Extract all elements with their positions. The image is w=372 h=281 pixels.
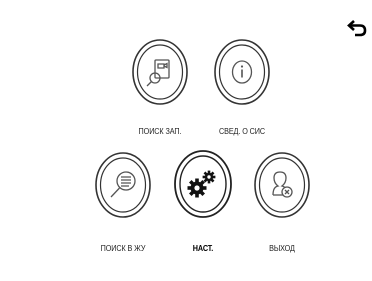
device-menu-screen: ПОИСК ЗАП. СВЕД. О СИС ПОИСК В ЖУ НАСТ. … [0, 0, 372, 281]
settings-button[interactable] [173, 149, 233, 219]
back-button[interactable] [347, 18, 369, 38]
menu-item-settings[interactable]: НАСТ. [158, 149, 248, 264]
menu-label-system-info: СВЕД. О СИС [218, 126, 266, 136]
menu-item-system-info[interactable]: СВЕД. О СИС [197, 38, 287, 153]
search-log-button[interactable] [94, 151, 152, 219]
logout-button[interactable] [253, 151, 311, 219]
menu-label-search-records: ПОИСК ЗАП. [138, 126, 182, 136]
system-info-button[interactable] [213, 38, 271, 106]
menu-label-search-log: ПОИСК В ЖУ [100, 243, 146, 253]
menu-item-search-log[interactable]: ПОИСК В ЖУ [78, 151, 168, 266]
back-arrow-icon [347, 20, 367, 37]
menu-label-logout: ВЫХОД [269, 243, 295, 253]
menu-item-search-records[interactable]: ПОИСК ЗАП. [115, 38, 205, 153]
menu-label-settings: НАСТ. [192, 243, 214, 253]
menu-item-logout[interactable]: ВЫХОД [237, 151, 327, 266]
search-record-button[interactable] [131, 38, 189, 106]
